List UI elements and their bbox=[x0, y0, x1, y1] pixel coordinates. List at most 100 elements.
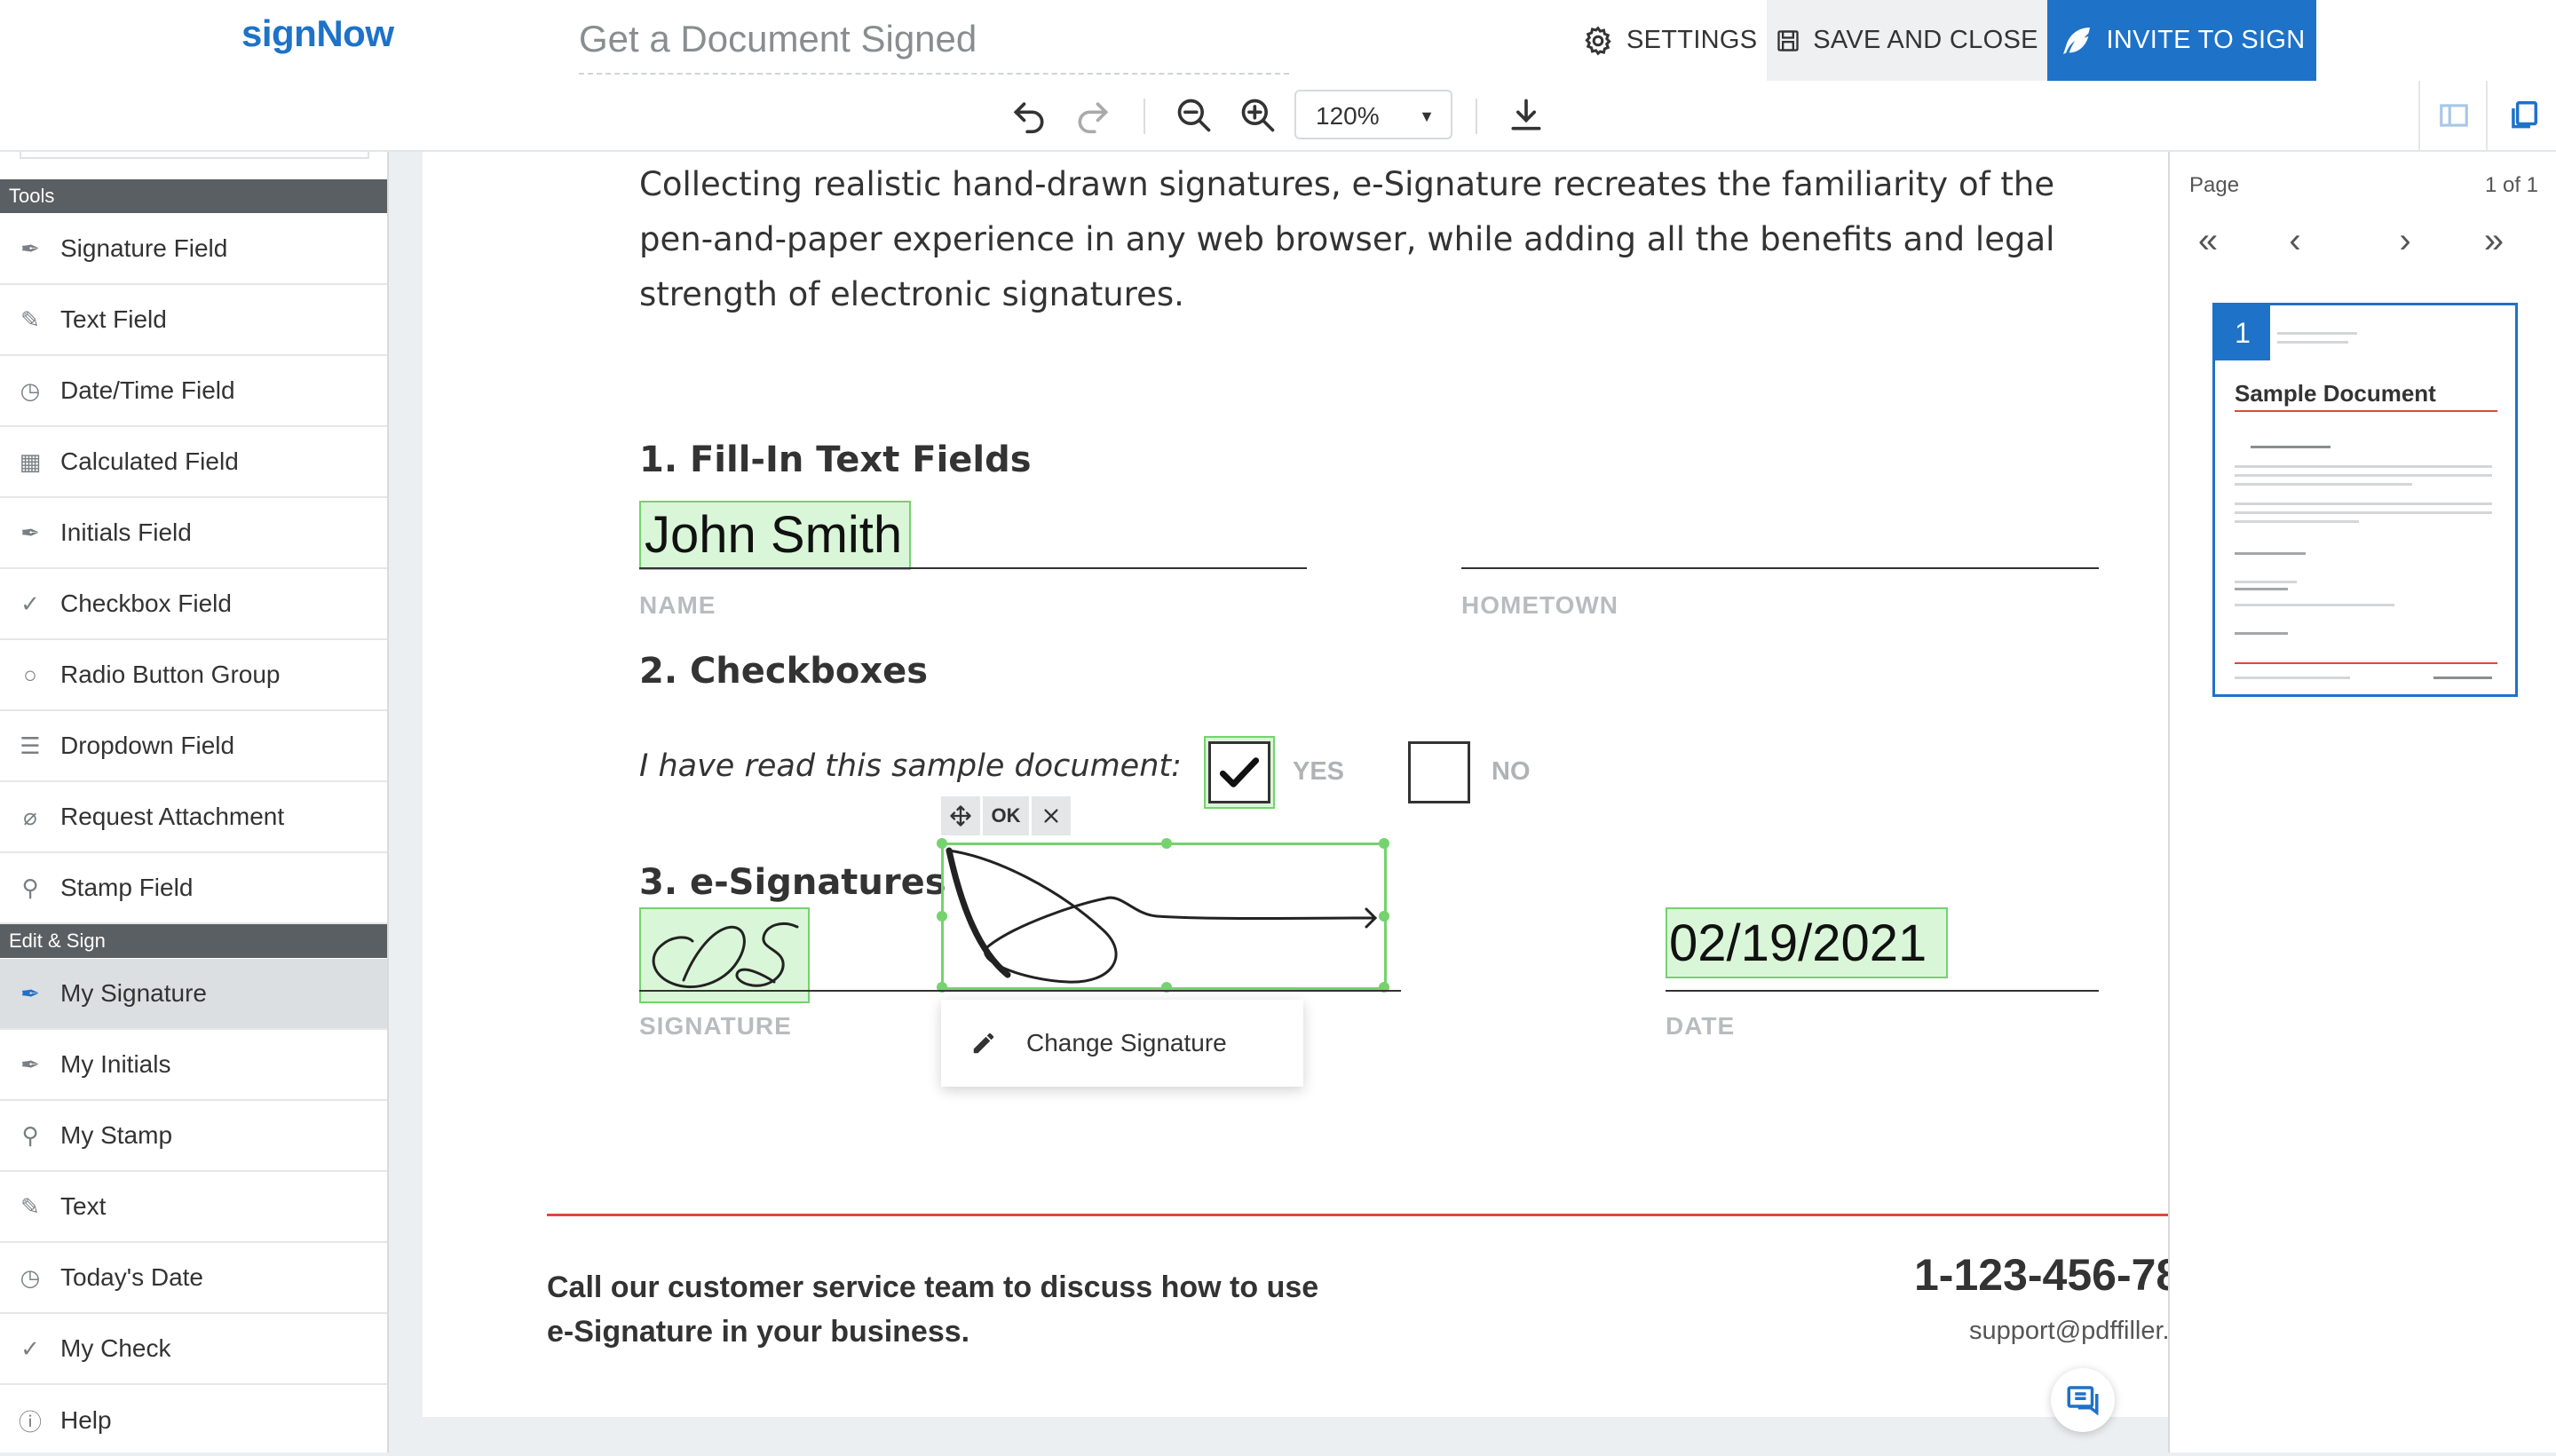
signature-context-menu: Change Signature bbox=[941, 1000, 1303, 1087]
calculator-icon: ▦ bbox=[19, 447, 42, 475]
stamp-icon: ⚲ bbox=[21, 874, 39, 901]
signature-label: SIGNATURE bbox=[639, 1012, 792, 1040]
tool-calculated-field[interactable]: ▦ Calculated Field bbox=[0, 427, 387, 498]
date-label: DATE bbox=[1666, 1012, 1736, 1040]
zoom-out-button[interactable] bbox=[1172, 93, 1216, 138]
clock-icon: ◷ bbox=[20, 1263, 41, 1291]
signature-underline bbox=[639, 990, 1401, 992]
invite-to-sign-button[interactable]: INVITE TO SIGN bbox=[2047, 0, 2316, 81]
thumbnail-text-line bbox=[2235, 502, 2492, 505]
chevron-left-icon: ‹ bbox=[2289, 221, 2301, 260]
caret-down-icon: ▼ bbox=[1419, 107, 1435, 125]
document-viewport[interactable]: Collecting realistic hand-drawn signatur… bbox=[389, 152, 2168, 1452]
edit-my-stamp[interactable]: ⚲ My Stamp bbox=[0, 1101, 387, 1172]
tool-radio-button-group[interactable]: ○ Radio Button Group bbox=[0, 640, 387, 711]
tool-checkbox-field[interactable]: ✓ Checkbox Field bbox=[0, 569, 387, 640]
yes-checkbox[interactable] bbox=[1208, 741, 1270, 803]
tool-label: Checkbox Field bbox=[60, 590, 232, 617]
page-count: 1 of 1 bbox=[2484, 173, 2538, 197]
hometown-label: HOMETOWN bbox=[1461, 591, 1619, 619]
footer-call-to-action: Call our customer service team to discus… bbox=[547, 1270, 1319, 1349]
redo-button[interactable] bbox=[1071, 93, 1115, 138]
tool-dropdown-field[interactable]: ☰ Dropdown Field bbox=[0, 711, 387, 782]
thumbnail-text-line bbox=[2235, 581, 2297, 583]
resize-handle[interactable] bbox=[937, 911, 947, 922]
footer-phone: 1-123-456-789 bbox=[1914, 1250, 2168, 1300]
resize-handle[interactable] bbox=[1161, 838, 1172, 849]
panel-toggle-button[interactable] bbox=[2418, 81, 2488, 150]
prev-page-button[interactable]: ‹ bbox=[2273, 221, 2317, 261]
signature-field-toolbar: OK bbox=[941, 796, 1073, 835]
thumbnail-text-line bbox=[2433, 677, 2492, 679]
tool-text-field[interactable]: ✎ Text Field bbox=[0, 285, 387, 356]
tool-signature-field[interactable]: ✒ Signature Field bbox=[0, 214, 387, 285]
edit-my-check[interactable]: ✓ My Check bbox=[0, 1314, 387, 1385]
chat-icon bbox=[2067, 1386, 2099, 1416]
checkmark-icon bbox=[1219, 757, 1260, 787]
hometown-underline bbox=[1461, 567, 2099, 569]
save-and-close-button[interactable]: SAVE AND CLOSE bbox=[1767, 0, 2047, 81]
no-checkbox[interactable] bbox=[1408, 741, 1470, 803]
thumbnail-text-line bbox=[2235, 465, 2492, 468]
pages-panel-button[interactable] bbox=[2486, 81, 2556, 150]
first-page-button[interactable]: « bbox=[2186, 221, 2230, 261]
resize-handle[interactable] bbox=[937, 838, 947, 849]
document-title-input[interactable]: Get a Document Signed bbox=[579, 14, 1289, 75]
pencil-icon: ✎ bbox=[20, 1192, 40, 1220]
clock-icon: ◷ bbox=[20, 376, 41, 404]
double-chevron-right-icon: » bbox=[2483, 221, 2505, 260]
name-text-field[interactable]: John Smith bbox=[639, 501, 911, 570]
tool-stamp-field[interactable]: ⚲ Stamp Field bbox=[0, 853, 387, 924]
tool-datetime-field[interactable]: ◷ Date/Time Field bbox=[0, 356, 387, 427]
checkmark-icon: ✓ bbox=[20, 1334, 40, 1362]
tool-label: Help bbox=[60, 1406, 112, 1434]
intro-paragraph: Collecting realistic hand-drawn signatur… bbox=[639, 165, 2055, 313]
signature-field-selected[interactable] bbox=[937, 838, 1389, 993]
initials-field[interactable]: DS bbox=[639, 907, 810, 1003]
chat-button[interactable] bbox=[2051, 1368, 2115, 1432]
ok-button[interactable]: OK bbox=[983, 796, 1029, 835]
edit-todays-date[interactable]: ◷ Today's Date bbox=[0, 1243, 387, 1314]
zoom-level-select[interactable]: 120% ▼ bbox=[1294, 90, 1452, 139]
floppy-disk-icon bbox=[1777, 29, 1799, 51]
edit-help[interactable]: ⓘ Help bbox=[0, 1385, 387, 1456]
move-handle[interactable] bbox=[941, 796, 980, 835]
undo-button[interactable] bbox=[1007, 93, 1051, 138]
thumbnail-text-line bbox=[2235, 474, 2492, 477]
settings-button[interactable]: SETTINGS bbox=[1582, 0, 1757, 81]
download-button[interactable] bbox=[1504, 93, 1548, 138]
signnow-logo[interactable]: signNow bbox=[241, 12, 394, 55]
next-page-button[interactable]: › bbox=[2383, 221, 2427, 261]
edit-my-initials[interactable]: ✒ My Initials bbox=[0, 1030, 387, 1101]
thumbnail-text-line bbox=[2235, 604, 2394, 606]
page-thumbnail[interactable]: 1 Sample Document bbox=[2212, 303, 2518, 697]
close-button[interactable] bbox=[1032, 796, 1071, 835]
tool-request-attachment[interactable]: ⌀ Request Attachment bbox=[0, 782, 387, 853]
page-label: Page bbox=[2189, 173, 2240, 197]
thumbnail-text-line bbox=[2277, 341, 2348, 344]
section-heading-esignatures: 3. e-Signatures bbox=[639, 862, 946, 903]
edit-text[interactable]: ✎ Text bbox=[0, 1172, 387, 1243]
tool-label: Request Attachment bbox=[60, 803, 285, 830]
download-icon bbox=[1511, 99, 1541, 131]
zoom-in-button[interactable] bbox=[1236, 93, 1280, 138]
yes-checkbox-field[interactable] bbox=[1204, 736, 1275, 809]
footer-email: support@pdffiller.co bbox=[1969, 1317, 2168, 1345]
gear-icon bbox=[1585, 25, 1611, 56]
edit-my-signature[interactable]: ✒ My Signature bbox=[0, 959, 387, 1030]
resize-handle[interactable] bbox=[1379, 911, 1389, 922]
resize-handle[interactable] bbox=[1379, 838, 1389, 849]
tools-search-input[interactable] bbox=[20, 152, 369, 159]
date-field[interactable]: 02/19/2021 bbox=[1666, 907, 1948, 978]
feather-icon bbox=[2062, 27, 2090, 54]
last-page-button[interactable]: » bbox=[2472, 221, 2516, 261]
change-signature-menu-item[interactable]: Change Signature bbox=[1026, 1029, 1227, 1057]
tool-initials-field[interactable]: ✒ Initials Field bbox=[0, 498, 387, 569]
double-chevron-left-icon: « bbox=[2197, 221, 2219, 260]
tool-label: Calculated Field bbox=[60, 447, 239, 475]
panel-toggle-icon bbox=[2440, 104, 2468, 127]
tool-label: My Stamp bbox=[60, 1121, 173, 1149]
list-icon: ☰ bbox=[20, 732, 41, 759]
left-sidebar: Tools ✒ Signature Field ✎ Text Field ◷ D… bbox=[0, 152, 389, 1452]
tool-label: My Check bbox=[60, 1334, 171, 1362]
